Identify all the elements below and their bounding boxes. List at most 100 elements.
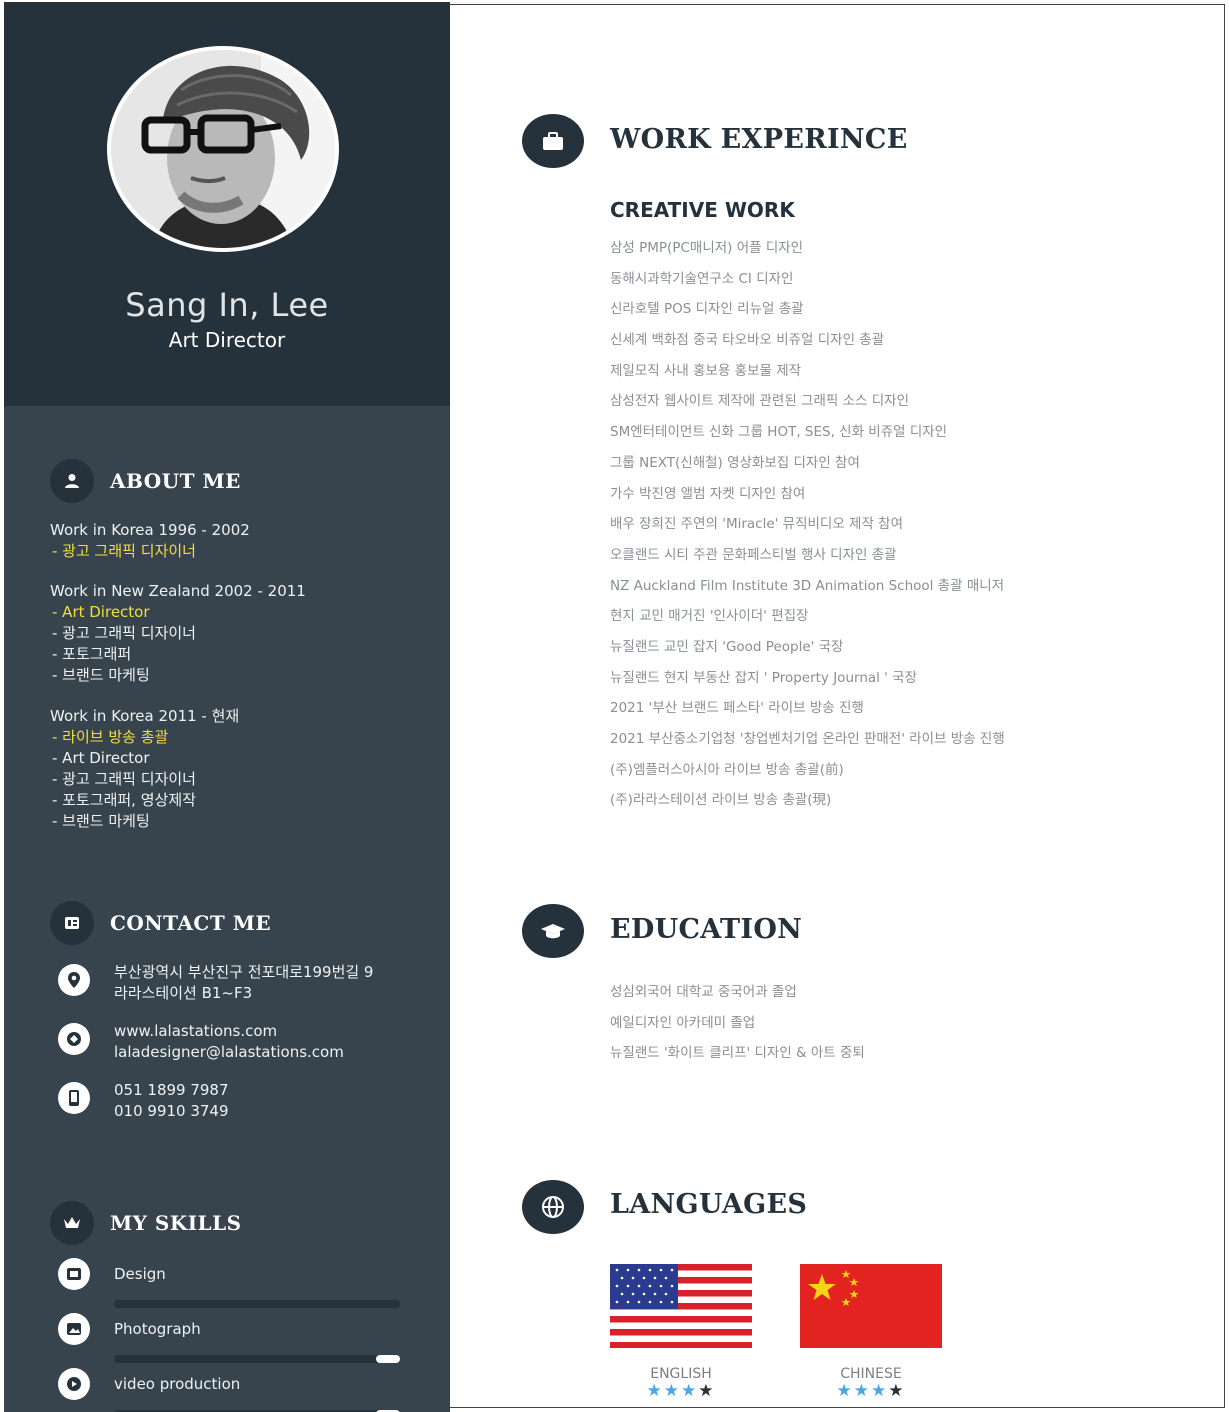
about-item: - 포토그래퍼	[52, 645, 132, 663]
phone-icon	[58, 1082, 90, 1114]
skill-bar	[114, 1355, 400, 1363]
video-icon	[58, 1368, 90, 1400]
portrait-image	[111, 50, 335, 248]
work-item: 삼성 PMP(PC매니저) 어플 디자인	[610, 240, 804, 256]
about-heading: Work in Korea 1996 - 2002	[50, 521, 250, 539]
china-flag-icon	[800, 1264, 942, 1348]
education-item: 예일디자인 아카데미 졸업	[610, 1014, 756, 1031]
work-item: (주)라라스테이션 라이브 방송 총괄(現)	[610, 792, 832, 809]
work-list: 삼성 PMP(PC매니저) 어플 디자인동해시과학기술연구소 CI 디자인신라호…	[610, 236, 1005, 819]
work-item: 배우 장희진 주연의 'Miracle' 뮤직비디오 제작 참여	[610, 516, 904, 533]
work-item: 신세계 백화점 중국 타오바오 비쥬얼 디자인 총괄	[610, 332, 885, 349]
work-item: 제일모직 사내 홍보용 홍보물 제작	[610, 362, 802, 379]
avatar	[107, 46, 339, 252]
work-item: 신라호텔 POS 디자인 리뉴얼 총괄	[610, 301, 804, 318]
star-filled-icon: ★	[836, 1381, 854, 1401]
work-item: NZ Auckland Film Institute 3D Animation …	[610, 577, 1005, 594]
web-icon	[58, 1023, 90, 1055]
about-block-1: Work in Korea 1996 - 2002 - 광고 그래픽 디자이너	[50, 520, 250, 562]
about-heading: Work in Korea 2011 - 현재	[50, 707, 240, 725]
skill-label: Photograph	[114, 1320, 201, 1338]
contact-section-header: CONTACT ME	[50, 901, 271, 945]
star-filled-icon: ★	[871, 1381, 889, 1401]
skill-label: video production	[114, 1375, 241, 1393]
about-item: - 광고 그래픽 디자이너	[52, 770, 196, 788]
photo-icon	[58, 1313, 90, 1345]
globe-icon	[522, 1180, 584, 1234]
about-heading: Work in New Zealand 2002 - 2011	[50, 582, 306, 600]
language-name: CHINESE	[840, 1366, 902, 1382]
education-item: 성심외국어 대학교 중국어과 졸업	[610, 984, 797, 1000]
phone-number: 010 9910 3749	[114, 1102, 229, 1120]
profile-header: Sang In, Lee Art Director	[4, 2, 450, 406]
phone-number: 051 1899 7987	[114, 1081, 229, 1099]
star-filled-icon: ★	[853, 1381, 871, 1401]
email-link[interactable]: laladesigner@lalastations.com	[114, 1042, 344, 1063]
work-item: 오클랜드 시티 주관 문화페스티벌 행사 디자인 총괄	[610, 546, 897, 563]
work-item: 뉴질랜드 현지 부동산 잡지 ' Property Journal ' 국장	[610, 669, 918, 686]
language-rating: ★★★★	[610, 1382, 752, 1400]
about-block-2: Work in New Zealand 2002 - 2011 - Art Di…	[50, 581, 306, 686]
work-item: 삼성전자 웹사이트 제작에 관련된 그래픽 소스 디자인	[610, 393, 909, 410]
work-item: 동해시과학기술연구소 CI 디자인	[610, 270, 794, 287]
contact-title: CONTACT ME	[110, 911, 272, 935]
star-empty-icon: ★	[888, 1381, 906, 1401]
work-item: 2021 '부산 브랜드 페스타' 라이브 방송 진행	[610, 700, 864, 717]
crown-icon	[50, 1201, 94, 1245]
design-icon	[58, 1258, 90, 1290]
profile-role: Art Director	[168, 328, 286, 352]
star-filled-icon: ★	[681, 1381, 699, 1401]
id-card-icon	[50, 901, 94, 945]
about-item: - 라이브 방송 총괄	[52, 728, 169, 746]
us-flag-icon	[610, 1264, 752, 1348]
work-item: 뉴질랜드 교민 잡지 'Good People' 국장	[610, 638, 844, 655]
work-item: 그룹 NEXT(신해철) 영상화보집 디자인 참여	[610, 454, 860, 471]
work-item: SM엔터테이먼트 신화 그룹 HOT, SES, 신화 비쥬얼 디자인	[610, 424, 948, 441]
contact-address: 부산광역시 부산진구 전포대로199번길 9 라라스테이션 B1~F3	[58, 962, 373, 1004]
about-title: ABOUT ME	[110, 469, 241, 493]
language-rating: ★★★★	[800, 1382, 942, 1400]
language-chinese: CHINESE ★★★★	[800, 1264, 942, 1400]
skill-design: Design	[58, 1258, 400, 1308]
location-pin-icon	[58, 964, 90, 996]
star-filled-icon: ★	[646, 1381, 664, 1401]
about-item: - Art Director	[52, 749, 150, 767]
work-title: WORK EXPERINCE	[610, 124, 908, 155]
education-item: 뉴질랜드 '화이트 클리프' 디자인 & 아트 중퇴	[610, 1045, 865, 1062]
graduation-cap-icon	[522, 904, 584, 958]
work-item: 현지 교민 매거진 '인사이더' 편집장	[610, 608, 809, 625]
contact-web: www.lalastations.com laladesigner@lalast…	[58, 1021, 344, 1063]
skill-label: Design	[114, 1265, 166, 1283]
about-item: - 포토그래퍼, 영상제작	[52, 791, 196, 809]
user-icon	[50, 459, 94, 503]
about-item: - 브랜드 마케팅	[52, 812, 150, 830]
skill-photograph: Photograph	[58, 1313, 400, 1363]
work-subtitle: CREATIVE WORK	[610, 198, 795, 222]
skills-title: MY SKILLS	[110, 1211, 242, 1235]
website-link[interactable]: www.lalastations.com	[114, 1021, 344, 1042]
education-title: EDUCATION	[610, 914, 803, 945]
address-line: 라라스테이션 B1~F3	[114, 984, 253, 1002]
contact-phone: 051 1899 7987 010 9910 3749	[58, 1080, 229, 1122]
about-item: - Art Director	[52, 603, 150, 621]
language-english: ENGLISH ★★★★	[610, 1264, 752, 1400]
about-item: - 광고 그래픽 디자이너	[52, 542, 196, 560]
about-item: - 브랜드 마케팅	[52, 666, 150, 684]
star-empty-icon: ★	[698, 1381, 716, 1401]
about-block-3: Work in Korea 2011 - 현재 - 라이브 방송 총괄 - Ar…	[50, 706, 239, 832]
skill-fill	[376, 1355, 400, 1363]
work-item: 2021 부산중소기업청 '창업벤처기업 온라인 판매전' 라이브 방송 진행	[610, 731, 1005, 747]
work-item: (주)엠플러스아시아 라이브 방송 총괄(前)	[610, 761, 844, 778]
skill-video: video production	[58, 1368, 400, 1412]
star-filled-icon: ★	[663, 1381, 681, 1401]
skill-bar	[114, 1300, 400, 1308]
about-item: - 광고 그래픽 디자이너	[52, 624, 196, 642]
work-item: 가수 박진영 앨범 자켓 디자인 참여	[610, 485, 806, 502]
address-line: 부산광역시 부산진구 전포대로199번길 9	[114, 963, 374, 981]
sidebar: Sang In, Lee Art Director ABOUT ME Work …	[4, 2, 450, 1412]
education-list: 성심외국어 대학교 중국어과 졸업예일디자인 아카데미 졸업뉴질랜드 '화이트 …	[610, 980, 865, 1072]
about-section-header: ABOUT ME	[50, 459, 241, 503]
briefcase-icon	[522, 114, 584, 168]
languages-title: LANGUAGES	[610, 1189, 808, 1220]
language-name: ENGLISH	[650, 1366, 712, 1382]
